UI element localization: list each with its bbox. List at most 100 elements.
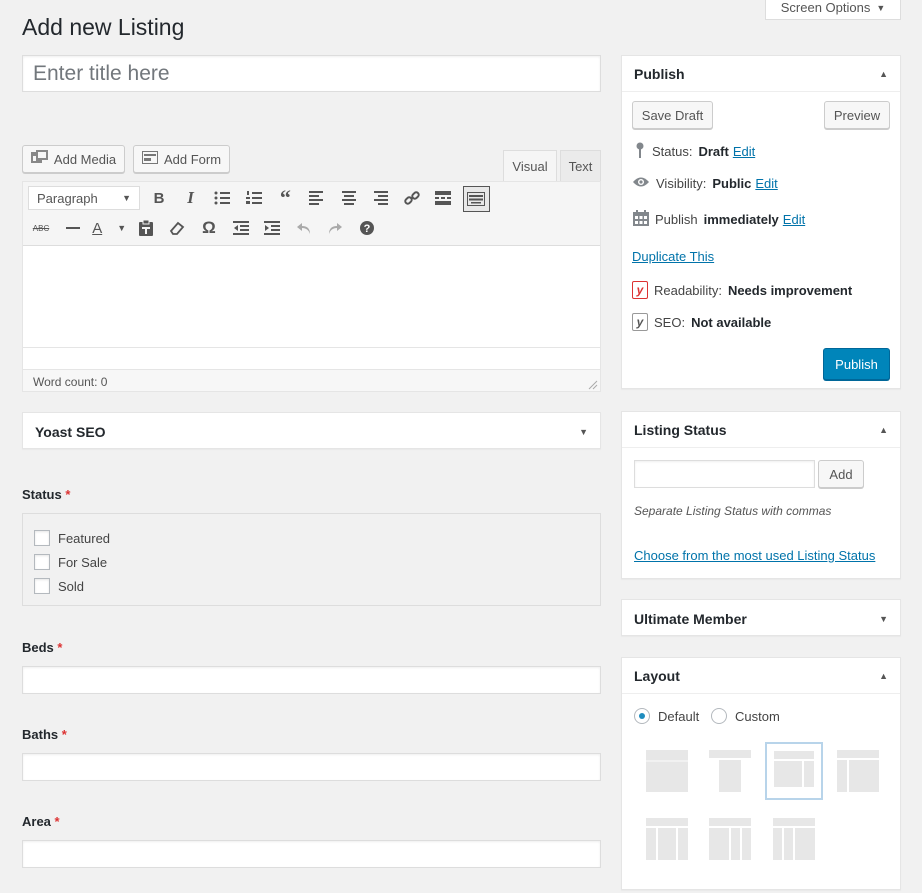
add-listing-status-button[interactable]: Add <box>818 460 864 488</box>
status-label: Status * <box>22 487 70 502</box>
area-label: Area * <box>22 814 60 829</box>
seo-value: Not available <box>691 314 772 330</box>
edit-status-link[interactable]: Edit <box>733 144 755 159</box>
undo-icon[interactable] <box>292 216 316 240</box>
baths-input[interactable] <box>22 753 601 781</box>
checkbox[interactable] <box>34 530 50 546</box>
media-icon <box>30 150 48 168</box>
title-input[interactable]: Enter title here <box>22 55 601 92</box>
screen-options-label: Screen Options <box>780 0 871 15</box>
checkbox-sold[interactable]: Sold <box>34 578 84 594</box>
publish-button[interactable]: Publish <box>823 348 890 380</box>
clear-formatting-icon[interactable] <box>165 216 189 240</box>
listing-status-title: Listing Status <box>634 421 727 438</box>
read-more-icon[interactable] <box>431 186 455 210</box>
triangle-up-icon[interactable]: ▲ <box>879 69 888 79</box>
screen-options-button[interactable]: Screen Options ▼ <box>765 0 901 20</box>
indent-icon[interactable] <box>260 216 284 240</box>
visibility-row: Visibility: Public Edit <box>632 176 778 191</box>
add-form-button[interactable]: Add Form <box>133 145 230 173</box>
status-row-label: Status: <box>652 144 693 159</box>
save-draft-button[interactable]: Save Draft <box>632 101 713 129</box>
paste-text-icon[interactable] <box>134 216 158 240</box>
layout-sidebar-right-icon[interactable] <box>765 742 823 800</box>
radio-button[interactable] <box>634 708 650 724</box>
preview-button[interactable]: Preview <box>824 101 890 129</box>
align-right-icon[interactable] <box>368 186 392 210</box>
radio-label: Custom <box>735 708 780 724</box>
italic-icon[interactable]: I <box>179 186 203 210</box>
edit-publish-date-link[interactable]: Edit <box>783 212 805 227</box>
edit-visibility-link[interactable]: Edit <box>755 176 777 191</box>
ultimate-member-panel[interactable]: Ultimate Member ▼ <box>621 599 901 636</box>
layout-sidebar-left-icon[interactable] <box>837 750 879 792</box>
layout-header[interactable]: Layout ▲ <box>622 658 900 694</box>
triangle-down-icon[interactable]: ▼ <box>579 427 588 437</box>
beds-input[interactable] <box>22 666 601 694</box>
text-color-icon[interactable]: A ▼ <box>92 216 126 240</box>
tab-text-label: Text <box>568 158 593 174</box>
link-icon[interactable] <box>400 186 424 210</box>
area-input[interactable] <box>22 840 601 868</box>
outdent-icon[interactable] <box>229 216 253 240</box>
checkbox-featured[interactable]: Featured <box>34 530 110 546</box>
layout-full-width-icon[interactable] <box>646 750 688 792</box>
layout-radio-default[interactable]: Default <box>634 708 699 724</box>
layout-centered-icon[interactable] <box>709 750 751 792</box>
bold-icon[interactable]: B <box>147 186 171 210</box>
resize-handle-icon[interactable] <box>588 378 598 390</box>
layout-two-sidebars-left-icon[interactable] <box>773 818 815 860</box>
readability-value: Needs improvement <box>727 282 853 298</box>
triangle-down-icon[interactable]: ▼ <box>879 614 888 624</box>
help-icon[interactable]: ? <box>355 216 379 240</box>
chevron-down-icon: ▼ <box>122 193 131 203</box>
listing-status-header[interactable]: Listing Status ▲ <box>622 412 900 448</box>
layout-radio-custom[interactable]: Custom <box>711 708 780 724</box>
required-marker: * <box>57 640 63 655</box>
editor-content-area[interactable] <box>23 247 600 347</box>
word-count: Word count: 0 <box>23 369 600 391</box>
required-marker: * <box>65 487 71 502</box>
listing-status-input[interactable] <box>634 460 815 488</box>
blockquote-icon[interactable]: “ <box>273 185 297 210</box>
baths-label: Baths * <box>22 727 67 742</box>
align-left-icon[interactable] <box>305 186 329 210</box>
align-center-icon[interactable] <box>337 186 361 210</box>
status-label-text: Status <box>22 487 62 502</box>
special-character-icon[interactable]: Ω <box>197 216 221 240</box>
choose-listing-status-link[interactable]: Choose from the most used Listing Status <box>634 548 875 563</box>
word-count-label: Word count: 0 <box>33 375 108 389</box>
checkbox[interactable] <box>34 554 50 570</box>
triangle-up-icon[interactable]: ▲ <box>879 425 888 435</box>
visibility-label: Visibility: <box>656 176 707 191</box>
seo-label: SEO: <box>654 314 686 330</box>
format-select-value: Paragraph <box>37 190 98 206</box>
toolbar-toggle-icon[interactable] <box>462 186 490 212</box>
triangle-up-icon[interactable]: ▲ <box>879 671 888 681</box>
duplicate-this-link[interactable]: Duplicate This <box>632 249 714 264</box>
horizontal-line-icon[interactable] <box>61 216 85 240</box>
readability-row: y Readability: Needs improvement <box>632 281 852 299</box>
radio-button[interactable] <box>711 708 727 724</box>
listing-status-hint: Separate Listing Status with commas <box>634 504 832 518</box>
format-select[interactable]: Paragraph ▼ <box>28 186 140 210</box>
tab-text[interactable]: Text <box>560 150 601 181</box>
strikethrough-icon[interactable]: ABC <box>29 216 53 240</box>
numbered-list-icon[interactable] <box>242 186 266 210</box>
publish-panel-header[interactable]: Publish ▲ <box>622 56 900 92</box>
checkbox-for-sale[interactable]: For Sale <box>34 554 107 570</box>
redo-icon[interactable] <box>323 216 347 240</box>
triangle-down-icon: ▼ <box>876 2 886 13</box>
bullet-list-icon[interactable] <box>210 186 234 210</box>
layout-two-sidebars-right-icon[interactable] <box>709 818 751 860</box>
checkbox[interactable] <box>34 578 50 594</box>
pin-icon <box>634 142 646 161</box>
readability-label: Readability: <box>654 282 722 298</box>
yoast-seo-panel[interactable]: Yoast SEO ▼ <box>22 412 601 449</box>
tab-visual[interactable]: Visual <box>503 150 557 182</box>
add-label: Add <box>829 466 853 482</box>
layout-three-column-icon[interactable] <box>646 818 688 860</box>
add-media-button[interactable]: Add Media <box>22 145 125 173</box>
eye-icon <box>632 176 650 191</box>
post-status-row: Status: Draft Edit <box>634 142 755 161</box>
